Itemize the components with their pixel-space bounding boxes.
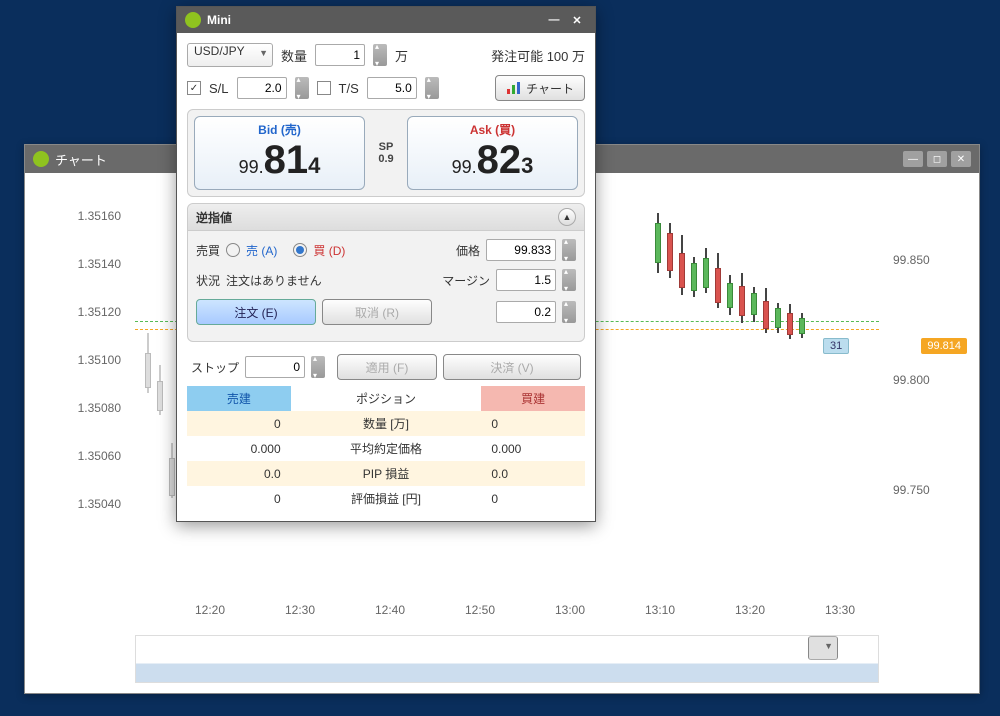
section-body: 売買 売 (A) 買 (D) 価格 状況 注文はありません マージン xyxy=(188,231,584,341)
ts-spinner[interactable] xyxy=(425,77,439,99)
overview-selection[interactable] xyxy=(808,636,838,660)
current-price-tag: 99.814 xyxy=(921,338,967,354)
order-button[interactable]: 注文 (E) xyxy=(196,299,316,325)
position-header: ポジション xyxy=(291,386,482,411)
sell-radio[interactable] xyxy=(226,243,240,257)
buysell-label: 売買 xyxy=(196,242,220,259)
app-icon xyxy=(185,12,201,28)
qty-unit: 万 xyxy=(395,46,408,65)
buy-radio[interactable] xyxy=(293,243,307,257)
maximize-button[interactable]: ◻ xyxy=(927,151,947,167)
x-axis: 12:20 12:30 12:40 12:50 13:00 13:10 13:2… xyxy=(135,603,879,623)
candle-count-badge: 31 xyxy=(823,338,849,354)
table-row: 0.0PIP 損益0.0 xyxy=(187,461,585,486)
overview-chart[interactable] xyxy=(135,635,879,683)
ts-checkbox[interactable] xyxy=(317,81,331,95)
price-label: 価格 xyxy=(456,242,480,259)
stop-row: ストップ 適用 (F) 決済 (V) xyxy=(187,348,585,386)
ask-box[interactable]: Ask (買) 99. 82 3 xyxy=(407,116,578,190)
qty-input[interactable] xyxy=(315,44,365,66)
buy-option: 買 (D) xyxy=(313,242,345,259)
margin-spinner[interactable] xyxy=(562,269,576,291)
ts-label: T/S xyxy=(339,81,359,96)
qty-spinner[interactable] xyxy=(373,44,387,66)
price-panel: Bid (売) 99. 81 4 SP 0.9 Ask (買) 99. 82 3 xyxy=(187,109,585,197)
price-input[interactable] xyxy=(486,239,556,261)
section-header: 逆指値 ▲ xyxy=(188,204,584,231)
chart-icon xyxy=(506,81,522,95)
bid-label: Bid (売) xyxy=(195,121,364,138)
mini-titlebar[interactable]: Mini — ✕ xyxy=(177,7,595,33)
apply-button[interactable]: 適用 (F) xyxy=(337,354,437,380)
cancel-button[interactable]: 取消 (R) xyxy=(322,299,432,325)
y-axis-left: 1.35160 1.35140 1.35120 1.35100 1.35080 … xyxy=(65,193,125,593)
status-label: 状況 xyxy=(196,272,220,289)
pair-select[interactable]: USD/JPY xyxy=(187,43,273,67)
buy-header: 買建 xyxy=(481,386,585,411)
sl-label: S/L xyxy=(209,81,229,96)
cancel-spinner[interactable] xyxy=(562,301,576,323)
margin-label: マージン xyxy=(442,272,490,289)
ts-input[interactable] xyxy=(367,77,417,99)
stop-spinner[interactable] xyxy=(311,356,325,378)
status-value: 注文はありません xyxy=(226,272,322,289)
sl-input[interactable] xyxy=(237,77,287,99)
settle-button[interactable]: 決済 (V) xyxy=(443,354,581,380)
close-button[interactable]: ✕ xyxy=(951,151,971,167)
app-icon xyxy=(33,151,49,167)
mini-body: USD/JPY 数量 万 発注可能 100 万 ✓ S/L T/S チャート B… xyxy=(177,33,595,521)
bid-price: 99. 81 4 xyxy=(195,138,364,183)
spread: SP 0.9 xyxy=(369,141,403,165)
ask-price: 99. 82 3 xyxy=(408,138,577,183)
table-row: 0評価損益 [円]0 xyxy=(187,486,585,511)
chart-button[interactable]: チャート xyxy=(495,75,585,101)
top-row: USD/JPY 数量 万 発注可能 100 万 xyxy=(187,43,585,67)
table-row: 0.000平均約定価格0.000 xyxy=(187,436,585,461)
position-table: 売建 ポジション 買建 0数量 [万]0 0.000平均約定価格0.000 0.… xyxy=(187,386,585,511)
sl-checkbox[interactable]: ✓ xyxy=(187,81,201,95)
qty-label: 数量 xyxy=(281,46,307,65)
table-row: 0数量 [万]0 xyxy=(187,411,585,436)
sl-spinner[interactable] xyxy=(295,77,309,99)
close-button[interactable]: ✕ xyxy=(567,12,587,28)
sl-row: ✓ S/L T/S チャート xyxy=(187,75,585,101)
stop-order-section: 逆指値 ▲ 売買 売 (A) 買 (D) 価格 状況 注文はありません マ xyxy=(187,203,585,342)
price-spinner[interactable] xyxy=(562,239,576,261)
stop-label: ストップ xyxy=(191,359,239,376)
mini-title: Mini xyxy=(207,13,541,27)
sell-option: 売 (A) xyxy=(246,242,277,259)
margin-input[interactable] xyxy=(496,269,556,291)
y-axis-right: 99.850 99.800 99.750 xyxy=(889,193,949,593)
collapse-icon[interactable]: ▲ xyxy=(558,208,576,226)
sell-header: 売建 xyxy=(187,386,291,411)
cancel-value-input[interactable] xyxy=(496,301,556,323)
minimize-button[interactable]: — xyxy=(903,151,923,167)
bid-box[interactable]: Bid (売) 99. 81 4 xyxy=(194,116,365,190)
stop-input[interactable] xyxy=(245,356,305,378)
mini-window: Mini — ✕ USD/JPY 数量 万 発注可能 100 万 ✓ S/L T… xyxy=(176,6,596,522)
minimize-button[interactable]: — xyxy=(544,12,564,28)
orderable-label: 発注可能 100 万 xyxy=(491,46,585,65)
ask-label: Ask (買) xyxy=(408,121,577,138)
